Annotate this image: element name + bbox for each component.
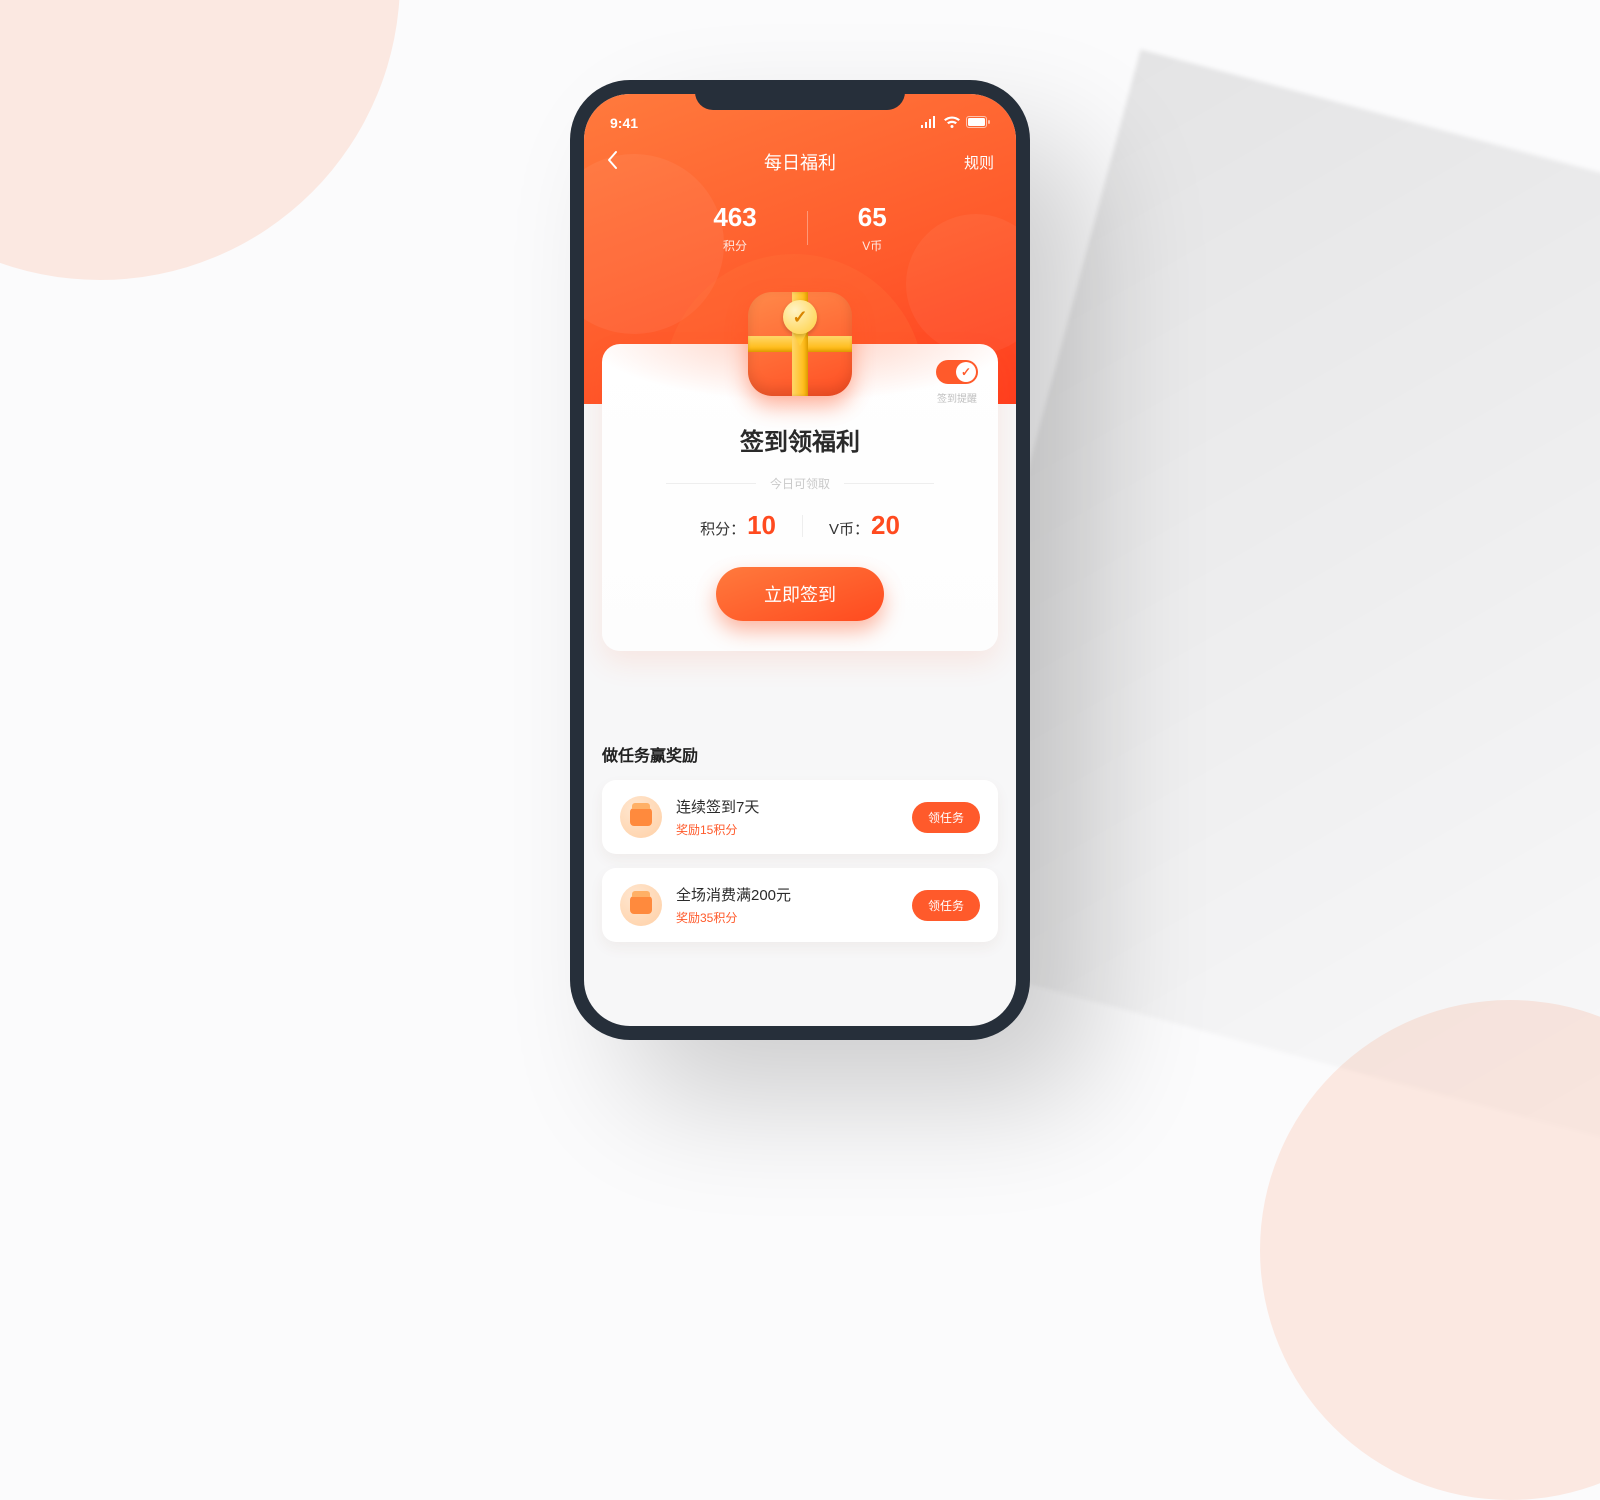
task-calendar-icon [620, 796, 662, 838]
stat-points-value: 463 [713, 202, 756, 233]
gift-icon: ✓ [748, 292, 852, 396]
stat-points-label: 积分 [713, 237, 756, 254]
tasks-section-title: 做任务赢奖励 [602, 742, 998, 766]
task-calendar-icon [620, 884, 662, 926]
bg-circle-top-left [0, 0, 400, 280]
phone-screen: 9:41 每日福利 规则 [584, 94, 1016, 1026]
reward-vcoin: V币： 20 [829, 510, 900, 541]
signin-button[interactable]: 立即签到 [716, 567, 884, 621]
signin-title: 签到领福利 [626, 422, 974, 457]
task-text: 全场消费满200元 奖励35积分 [676, 884, 898, 926]
nav-bar: 每日福利 规则 [584, 134, 1016, 174]
reward-divider [802, 515, 803, 537]
signal-icon [920, 115, 938, 131]
page-title: 每日福利 [584, 149, 1016, 175]
today-rewards: 积分： 10 V币： 20 [626, 510, 974, 541]
reminder-label: 签到提醒 [937, 390, 977, 405]
reward-vcoin-label: V币： [829, 518, 869, 539]
task-row[interactable]: 全场消费满200元 奖励35积分 领任务 [602, 868, 998, 942]
task-reward: 奖励15积分 [676, 821, 898, 838]
signin-card: ✓ ✓ 签到提醒 签到领福利 今日可领取 积分： 10 [602, 344, 998, 651]
battery-icon [966, 115, 990, 131]
stat-vcoin-label: V币 [858, 237, 887, 254]
task-name: 连续签到7天 [676, 796, 898, 817]
reminder-toggle[interactable]: ✓ [936, 360, 978, 384]
stat-vcoin[interactable]: 65 V币 [808, 202, 937, 254]
signin-reminder: ✓ 签到提醒 [936, 360, 978, 405]
wifi-icon [944, 115, 960, 131]
task-text: 连续签到7天 奖励15积分 [676, 796, 898, 838]
today-label-text: 今日可领取 [770, 475, 830, 492]
status-right [920, 115, 990, 131]
claim-task-button[interactable]: 领任务 [912, 890, 980, 921]
stat-vcoin-value: 65 [858, 202, 887, 233]
claim-task-button[interactable]: 领任务 [912, 802, 980, 833]
stats-row: 463 积分 65 V币 [584, 202, 1016, 254]
phone-frame: 9:41 每日福利 规则 [570, 80, 1030, 1040]
phone-notch [695, 80, 905, 110]
back-button[interactable] [606, 150, 618, 174]
task-name: 全场消费满200元 [676, 884, 898, 905]
today-available-label: 今日可领取 [626, 475, 974, 492]
status-bar: 9:41 [584, 112, 1016, 134]
task-row[interactable]: 连续签到7天 奖励15积分 领任务 [602, 780, 998, 854]
stat-points[interactable]: 463 积分 [663, 202, 806, 254]
tasks-section: 做任务赢奖励 连续签到7天 奖励15积分 领任务 全场消费满200元 奖励35积… [602, 742, 998, 956]
reward-points: 积分： 10 [700, 510, 776, 541]
checkmark-medal-icon: ✓ [783, 300, 817, 334]
reward-points-label: 积分： [700, 518, 745, 539]
checkmark-icon: ✓ [956, 362, 976, 382]
bg-circle-bottom-right [1260, 1000, 1600, 1500]
reward-points-value: 10 [747, 510, 776, 541]
reward-vcoin-value: 20 [871, 510, 900, 541]
rules-link[interactable]: 规则 [964, 152, 994, 173]
task-reward: 奖励35积分 [676, 909, 898, 926]
status-time: 9:41 [610, 115, 638, 131]
